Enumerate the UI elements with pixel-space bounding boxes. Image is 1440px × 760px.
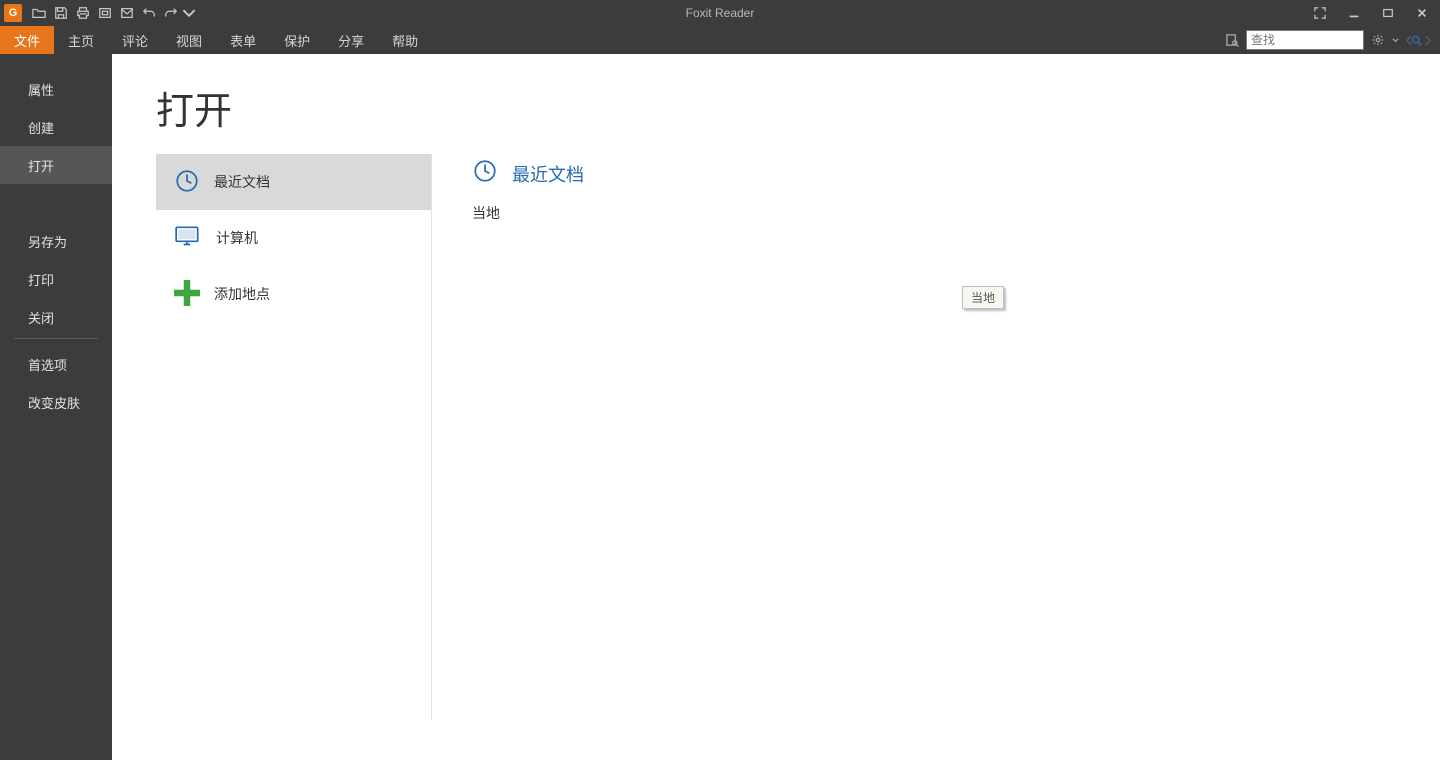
snapshot-icon[interactable] [94, 0, 116, 26]
window-title: Foxit Reader [0, 6, 1440, 20]
sidebar-item-preferences[interactable]: 首选项 [0, 345, 112, 383]
backstage-sidebar: 属性 创建 打开 另存为 打印 关闭 首选项 改变皮肤 [0, 54, 112, 760]
sidebar-item-label: 属性 [28, 80, 54, 99]
nav-prev-icon[interactable] [1400, 26, 1418, 54]
sidebar-item-close[interactable]: 关闭 [0, 298, 112, 336]
place-recent[interactable]: 最近文档 [156, 154, 431, 210]
nav-next-icon[interactable] [1418, 26, 1436, 54]
sidebar-item-label: 另存为 [28, 232, 67, 251]
sidebar-item-properties[interactable]: 属性 [0, 70, 112, 108]
computer-icon [174, 224, 202, 253]
detail-title: 最近文档 [512, 161, 584, 187]
tab-help[interactable]: 帮助 [378, 26, 432, 54]
sidebar-item-label: 创建 [28, 118, 54, 137]
minimize-icon[interactable] [1344, 3, 1364, 23]
search-box[interactable] [1246, 30, 1364, 50]
email-icon[interactable] [116, 0, 138, 26]
backstage: 属性 创建 打开 另存为 打印 关闭 首选项 改变皮肤 打开 最近文档 计算机 … [0, 54, 1440, 760]
backstage-stage: 打开 最近文档 计算机 添加地点 最近文档 当地 当地 [112, 54, 1440, 760]
settings-icon[interactable] [1366, 26, 1390, 54]
save-icon[interactable] [50, 0, 72, 26]
undo-icon[interactable] [138, 0, 160, 26]
sidebar-item-label: 关闭 [28, 308, 54, 327]
place-label: 添加地点 [214, 284, 270, 304]
maximize-icon[interactable] [1378, 3, 1398, 23]
window-controls [1310, 0, 1440, 26]
place-label: 计算机 [216, 228, 258, 248]
sidebar-item-print[interactable]: 打印 [0, 260, 112, 298]
sidebar-item-save-as[interactable]: 另存为 [0, 222, 112, 260]
sidebar-divider [14, 338, 98, 339]
clock-icon [472, 158, 498, 189]
tab-comment[interactable]: 评论 [108, 26, 162, 54]
settings-dropdown-icon[interactable] [1390, 26, 1400, 54]
sidebar-gap [0, 184, 112, 222]
tab-form[interactable]: 表单 [216, 26, 270, 54]
plus-icon [174, 280, 200, 309]
close-icon[interactable] [1412, 3, 1432, 23]
redo-icon[interactable] [160, 0, 182, 26]
qat-dropdown-icon[interactable] [182, 0, 196, 26]
sidebar-item-change-skin[interactable]: 改变皮肤 [0, 383, 112, 421]
sidebar-item-label: 打印 [28, 270, 54, 289]
places-list: 最近文档 计算机 添加地点 [156, 154, 432, 720]
find-tool-icon[interactable] [1220, 26, 1244, 54]
tab-file[interactable]: 文件 [0, 26, 54, 54]
detail-header: 最近文档 [472, 158, 1440, 189]
place-add-location[interactable]: 添加地点 [156, 266, 431, 322]
detail-location[interactable]: 当地 [472, 203, 1440, 223]
page-title: 打开 [156, 80, 232, 135]
place-computer[interactable]: 计算机 [156, 210, 431, 266]
fullscreen-icon[interactable] [1310, 3, 1330, 23]
open-icon[interactable] [28, 0, 50, 26]
tab-view[interactable]: 视图 [162, 26, 216, 54]
sidebar-item-label: 改变皮肤 [28, 393, 80, 412]
sidebar-item-label: 首选项 [28, 355, 67, 374]
tab-protect[interactable]: 保护 [270, 26, 324, 54]
quick-access-toolbar: G [0, 0, 196, 26]
clock-icon [174, 168, 200, 197]
app-icon[interactable]: G [4, 4, 22, 22]
tab-share[interactable]: 分享 [324, 26, 378, 54]
place-label: 最近文档 [214, 172, 270, 192]
print-icon[interactable] [72, 0, 94, 26]
detail-pane: 最近文档 当地 [432, 54, 1440, 760]
sidebar-item-create[interactable]: 创建 [0, 108, 112, 146]
ribbon-tabs: 文件 主页 评论 视图 表单 保护 分享 帮助 [0, 26, 1440, 54]
sidebar-item-label: 打开 [28, 156, 54, 175]
tooltip: 当地 [962, 286, 1004, 309]
titlebar: G Foxit Reader [0, 0, 1440, 26]
tab-home[interactable]: 主页 [54, 26, 108, 54]
sidebar-item-open[interactable]: 打开 [0, 146, 112, 184]
